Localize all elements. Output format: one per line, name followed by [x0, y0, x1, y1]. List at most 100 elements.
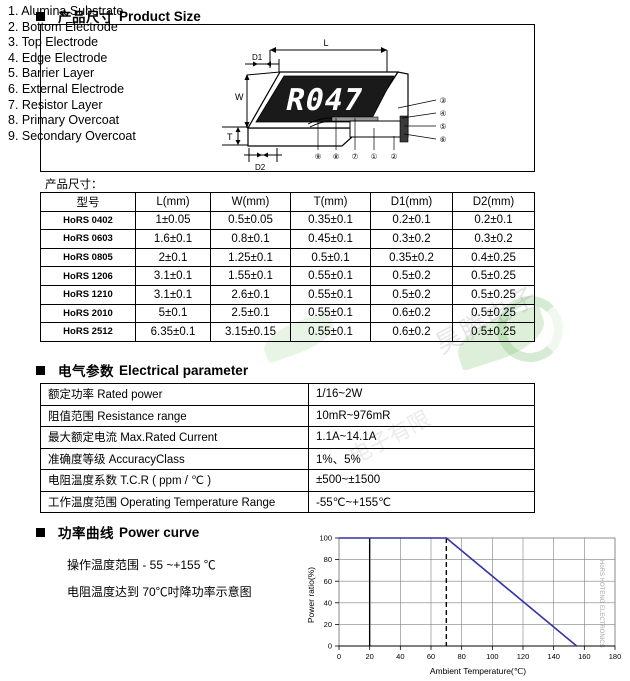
col-header-D2: D2(mm)	[452, 192, 535, 212]
param-value: 10mR~976mR	[308, 404, 535, 427]
power-curve-note-1: 操作温度范围 - 55 ~+155 ℃	[67, 558, 216, 572]
cell-L: 3.1±0.1	[135, 266, 211, 286]
square-bullet-icon	[36, 365, 45, 375]
cell-L: 1±0.05	[135, 210, 211, 231]
cell-W: 2.5±0.1	[210, 303, 291, 324]
chart-series-group	[338, 537, 578, 647]
cell-L: 2±0.1	[135, 247, 211, 268]
svg-text:0: 0	[328, 642, 332, 651]
cell-W: 2.6±0.1	[210, 284, 291, 305]
cell-D2: 0.5±0.25	[452, 322, 535, 342]
cell-T: 0.45±0.1	[290, 229, 371, 249]
dimension-label-L: L	[323, 38, 328, 48]
cell-model: HoRS 0805	[40, 247, 136, 268]
table-row: HoRS 1210 3.1±0.1 2.6±0.1 0.55±0.1 0.5±0…	[40, 284, 535, 305]
section-title-en: Power curve	[119, 524, 200, 540]
table-row: HoRS 0402 1±0.05 0.5±0.05 0.35±0.1 0.2±0…	[40, 210, 535, 231]
param-name: 额定功率 Rated power	[40, 383, 309, 406]
chart-gridlines	[338, 537, 616, 647]
svg-text:20: 20	[365, 652, 373, 661]
svg-text:60: 60	[324, 577, 332, 586]
param-value: ±500~±1500	[308, 469, 535, 492]
callout-4: ④	[440, 109, 447, 118]
table-row: HoRS 2010 5±0.1 2.5±0.1 0.55±0.1 0.6±0.2…	[40, 303, 535, 324]
table-row: 准确度等级 AccuracyClass 1%、5%	[40, 447, 535, 470]
chip-resistor-diagram: L D1 W T D2 R047 ③ ④ ⑤ ⑥ ⑨ ⑧ ⑦ ① ②	[222, 38, 447, 170]
cell-D2: 0.4±0.25	[452, 247, 535, 268]
col-header-T: T(mm)	[290, 192, 371, 212]
param-name: 工作温度范围 Operating Temperature Range	[40, 490, 309, 513]
cell-D1: 0.5±0.2	[370, 266, 453, 286]
cell-D2: 0.5±0.25	[452, 266, 535, 286]
dimension-table: 型号 L(mm) W(mm) T(mm) D1(mm) D2(mm) HoRS …	[40, 192, 535, 342]
cell-D2: 0.5±0.25	[452, 284, 535, 305]
col-header-W: W(mm)	[210, 192, 291, 212]
chart-plot-frame	[335, 537, 616, 650]
callout-3: ③	[440, 96, 447, 105]
svg-text:80: 80	[457, 652, 465, 661]
section-title-en: Electrical parameter	[119, 362, 249, 378]
svg-text:100: 100	[486, 652, 499, 661]
param-value: 1.1A~14.1A	[308, 426, 535, 449]
col-header-L: L(mm)	[135, 192, 211, 212]
cell-W: 1.55±0.1	[210, 266, 291, 286]
chart-y-tick-labels: 0 20 40 60 80 100	[319, 534, 332, 651]
svg-text:140: 140	[547, 652, 560, 661]
cell-model: HoRS 0603	[40, 229, 136, 249]
section-title-cn: 产品尺寸	[58, 10, 114, 25]
section-title-cn: 电气参数	[58, 364, 114, 379]
chip-marking-text: R047	[283, 83, 367, 118]
callout-7: ⑦	[352, 152, 359, 161]
callout-9: ⑨	[315, 152, 322, 161]
svg-text:180: 180	[609, 652, 622, 661]
power-derating-chart: 0 20 40 60 80 100 120 140 160 180 0 20 40 60 80 100 Am…	[306, 534, 621, 676]
col-header-D1: D1(mm)	[370, 192, 453, 212]
cell-D1: 0.3±0.2	[370, 229, 453, 249]
chart-x-axis-label: Ambient Temperature(℃)	[430, 666, 526, 676]
cell-L: 1.6±0.1	[135, 229, 211, 249]
svg-text:20: 20	[324, 620, 332, 629]
dimension-L	[269, 47, 388, 74]
table-row: HoRS 0805 2±0.1 1.25±0.1 0.5±0.1 0.35±0.…	[40, 247, 535, 268]
table-row: HoRS 2512 6.35±0.1 3.15±0.15 0.55±0.1 0.…	[40, 322, 535, 342]
cell-T: 0.55±0.1	[290, 303, 371, 324]
cell-D2: 0.3±0.2	[452, 229, 535, 249]
callout-6: ⑥	[440, 135, 447, 144]
cell-L: 5±0.1	[135, 303, 211, 324]
cell-D1: 0.6±0.2	[370, 322, 453, 342]
svg-text:40: 40	[396, 652, 404, 661]
table-row: 最大额定电流 Max.Rated Current 1.1A~14.1A	[40, 426, 535, 449]
callout-1: ①	[371, 152, 378, 161]
cell-model: HoRS 1206	[40, 266, 136, 286]
section-title-en: Product Size	[119, 8, 201, 24]
size-table-caption: 产品尺寸：	[45, 179, 103, 191]
param-name: 最大额定电流 Max.Rated Current	[40, 426, 309, 449]
cell-T: 0.55±0.1	[290, 266, 371, 286]
col-header-model: 型号	[40, 192, 136, 212]
table-header-row: 型号 L(mm) W(mm) T(mm) D1(mm) D2(mm)	[40, 192, 535, 212]
param-value: 1%、5%	[308, 447, 535, 470]
dimension-label-T: T	[227, 132, 233, 142]
cell-model: HoRS 0402	[40, 210, 136, 231]
section-title-cn: 功率曲线	[58, 526, 114, 541]
chart-x-tick-labels: 0 20 40 60 80 100 120 140 160 180	[337, 652, 621, 661]
dimension-D2	[244, 148, 282, 162]
electrical-parameter-table: 额定功率 Rated power 1/16~2W 阻值范围 Resistance…	[40, 383, 535, 513]
cell-D2: 0.5±0.25	[452, 303, 535, 324]
datasheet-page: 昊腾电子 电子有限 HoRS HOTENG ELECTRONICS 产品尺寸 P…	[0, 0, 630, 681]
table-row: 阻值范围 Resistance range 10mR~976mR	[40, 404, 535, 427]
cell-model: HoRS 2010	[40, 303, 136, 324]
param-name: 电阻温度系数 T.C.R ( ppm / ℃ )	[40, 469, 309, 492]
square-bullet-icon	[36, 527, 45, 537]
cell-T: 0.55±0.1	[290, 322, 371, 342]
cell-T: 0.35±0.1	[290, 210, 371, 231]
cell-D2: 0.2±0.1	[452, 210, 535, 231]
table-row: 额定功率 Rated power 1/16~2W	[40, 383, 535, 406]
cell-model: HoRS 2512	[40, 322, 136, 342]
callout-8: ⑧	[333, 152, 340, 161]
cell-D1: 0.5±0.2	[370, 284, 453, 305]
section-header-product-size: 产品尺寸 Product Size	[36, 6, 201, 26]
table-row: 电阻温度系数 T.C.R ( ppm / ℃ ) ±500~±1500	[40, 469, 535, 492]
param-value: 1/16~2W	[308, 383, 535, 406]
cell-T: 0.55±0.1	[290, 284, 371, 305]
